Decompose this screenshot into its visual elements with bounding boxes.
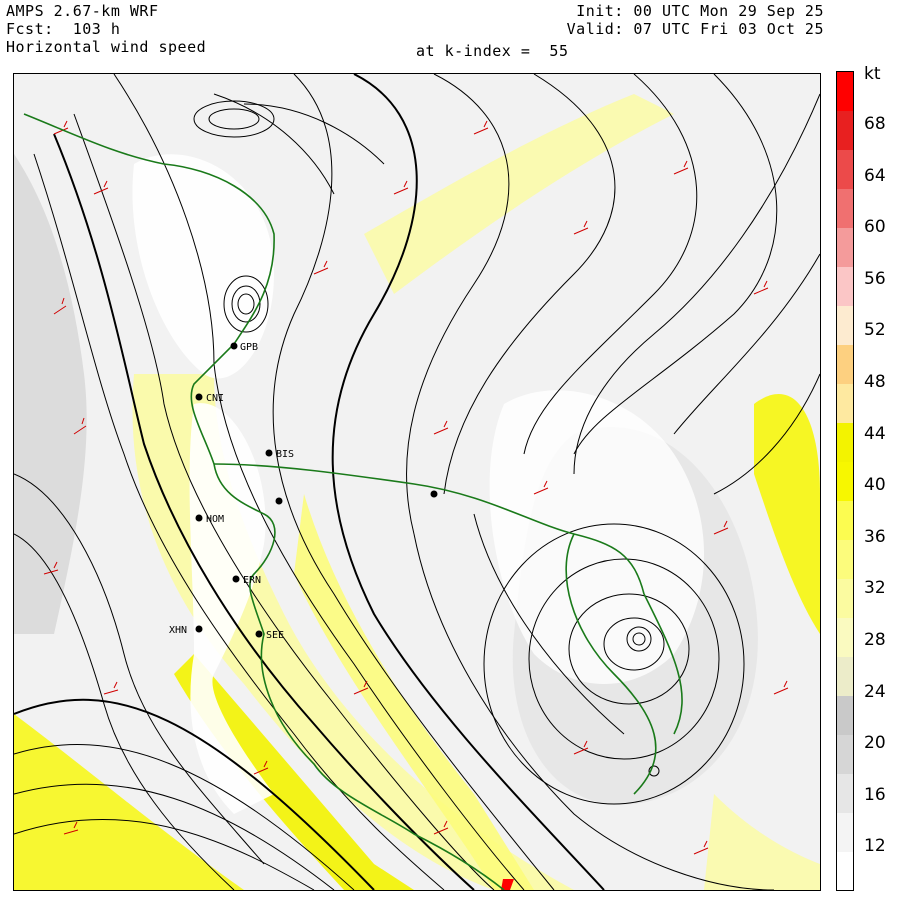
station-label-ern: ERN [243,575,261,586]
station-bis[interactable]: BIS [265,449,295,460]
station-label-cni: CNI [206,393,224,404]
colorbar-segment [837,149,853,190]
field-name: Horizontal wind speed [6,38,207,56]
colorbar-tick-label: 60 [864,217,886,238]
station-dot-unlabeled-1[interactable] [275,497,283,505]
colorbar-tick-label: 68 [864,114,886,134]
wind-shading [14,94,820,890]
colorbar-segment [837,344,853,385]
colorbar-segment [837,656,853,696]
colorbar-tick-label: 16 [864,784,886,805]
colorbar-segment [837,188,853,229]
init-time: Init: 00 UTC Mon 29 Sep 25 [576,2,824,20]
colorbar-segment [837,539,853,579]
colorbar-segment [837,110,853,151]
colorbar-tick-label: 12 [864,836,886,857]
colorbar-segment [837,500,853,540]
colorbar-segment [837,734,853,774]
model-title: AMPS 2.67-km WRF [6,2,159,20]
colorbar-tick-label: 64 [864,165,886,186]
station-label-gpb: GPB [240,342,258,353]
colorbar-tick-label: 52 [864,320,886,341]
wind-speed-map: BIS HOM ERN XHN SEE GPB CNI [13,73,821,891]
level-label: at k-index = 55 [416,42,569,60]
colorbar-segment [837,578,853,618]
colorbar-segment [837,773,853,813]
station-label-see: SEE [266,630,284,641]
colorbar-tick-label: 40 [864,475,886,496]
header-left: AMPS 2.67-km WRF Fcst: 103 h Horizontal … [6,2,206,56]
map-svg: BIS HOM ERN XHN SEE GPB CNI [14,74,820,890]
valid-time: Valid: 07 UTC Fri 03 Oct 25 [566,20,824,38]
colorbar-segment [837,227,853,268]
forecast-hour: Fcst: 103 h [6,20,121,38]
wind-speed-colorbar [836,71,854,891]
colorbar-segment [837,383,853,424]
colorbar-segment [837,812,853,852]
colorbar-segment [837,72,853,112]
station-label-hom: HOM [206,514,224,525]
colorbar-tick-label: 32 [864,578,886,599]
colorbar-tick-label: 24 [864,681,886,702]
colorbar-segment [837,617,853,657]
colorbar-segment [837,695,853,735]
colorbar-segment [837,305,853,346]
colorbar-segment [837,461,853,501]
colorbar-segment [837,422,853,462]
colorbar-tick-label: 36 [864,526,886,547]
colorbar-tick-label: 48 [864,372,886,392]
colorbar-tick-label: 20 [864,733,886,754]
colorbar-tick-label: 28 [864,630,886,650]
colorbar-segment [837,266,853,307]
colorbar-tick-label: 44 [864,423,886,444]
header-right: Init: 00 UTC Mon 29 Sep 25 Valid: 07 UTC… [567,2,824,38]
colorbar-tick-label: 56 [864,268,886,289]
station-dot-unlabeled-2[interactable] [430,490,438,498]
station-label-bis: BIS [276,449,294,460]
colorbar-unit: kt [864,64,881,84]
colorbar-segment [837,851,853,891]
station-label-xhn: XHN [169,625,187,636]
